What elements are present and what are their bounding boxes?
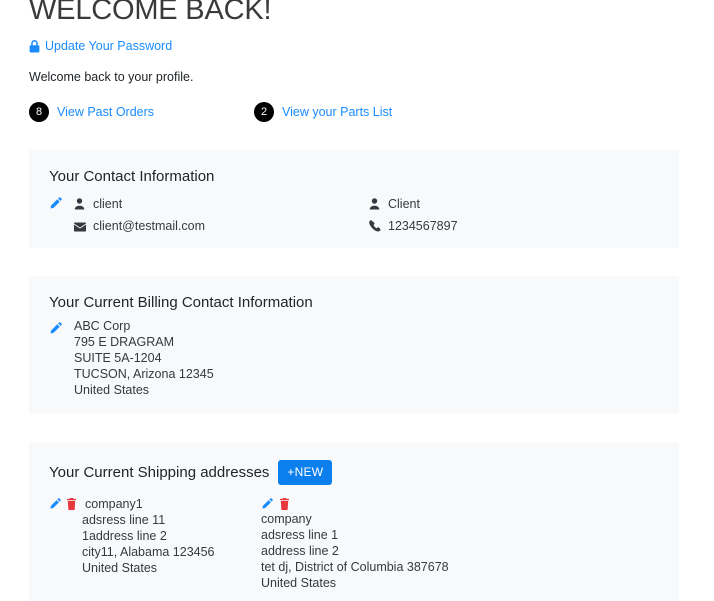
envelope-icon [74, 216, 93, 237]
contact-details-grid: client client@testmail.com Client 123456… [29, 194, 679, 238]
shipping-address-line: tet dj, District of Columbia 387678 [261, 560, 449, 574]
billing-address-line: ABC Corp [74, 319, 131, 333]
shipping-address-line: adsress line 1 [261, 528, 339, 542]
shipping-address-lines: company adsress line 1 address line 2 te… [261, 511, 581, 591]
user-icon [74, 194, 93, 215]
delete-shipping-trash-icon[interactable] [279, 497, 290, 510]
shipping-address-line: address line 2 [261, 544, 339, 558]
shipping-address-actions [49, 496, 77, 510]
add-new-address-button[interactable]: +NEW [278, 460, 333, 485]
parts-list-count-badge: 2 [254, 102, 274, 122]
billing-address-line: United States [74, 383, 150, 397]
page-title: WELCOME BACK! [29, 0, 272, 26]
contact-row-phone: 1234567897 [369, 216, 659, 238]
update-password-link[interactable]: Update Your Password [45, 39, 172, 54]
shipping-addresses-card: Your Current Shipping addresses +NEW com… [29, 442, 679, 601]
shipping-address-item: company1 adsress line 11 1address line 2… [49, 496, 261, 591]
shipping-address-line: city11, Alabama 123456 [82, 545, 215, 559]
billing-address-lines: ABC Corp 795 E DRAGRAM SUITE 5A-1204 TUC… [74, 318, 214, 398]
shipping-address-header: company1 [49, 496, 261, 512]
billing-address-block: ABC Corp 795 E DRAGRAM SUITE 5A-1204 TUC… [29, 318, 679, 398]
view-past-orders-link[interactable]: View Past Orders [57, 105, 154, 119]
contact-username-value: client [93, 197, 123, 211]
edit-shipping-pencil-icon[interactable] [49, 498, 61, 510]
phone-icon [369, 216, 388, 237]
shipping-address-line: United States [261, 576, 337, 590]
contact-card-title-text: Your Contact Information [49, 168, 215, 185]
update-password-row: Update Your Password [0, 39, 714, 54]
quick-link-parts-list[interactable]: 2 View your Parts List [254, 102, 392, 122]
shipping-card-title: Your Current Shipping addresses +NEW [49, 460, 679, 485]
billing-address-line: 795 E DRAGRAM [74, 335, 175, 349]
contact-card-title: Your Contact Information [49, 168, 679, 186]
contact-row-email: client@testmail.com [49, 216, 369, 238]
lock-icon [29, 40, 40, 53]
billing-contact-card: Your Current Billing Contact Information… [29, 276, 679, 414]
shipping-company-name: company1 [85, 497, 143, 511]
profile-page: WELCOME BACK! Update Your Password Welco… [0, 0, 714, 601]
contact-row-name: Client [369, 194, 659, 216]
shipping-address-lines: adsress line 11 1address line 2 city11, … [49, 512, 261, 576]
shipping-address-line: adsress line 11 [82, 513, 166, 527]
edit-billing-pencil-icon[interactable] [49, 318, 74, 398]
billing-address-line: SUITE 5A-1204 [74, 351, 162, 365]
billing-address-line: TUCSON, Arizona 12345 [74, 367, 214, 381]
contact-name-value: Client [388, 197, 420, 211]
shipping-address-item: company adsress line 1 address line 2 te… [261, 496, 581, 591]
shipping-company-name: company [261, 512, 312, 526]
contact-column-left: client client@testmail.com [49, 194, 369, 238]
contact-column-right: Client 1234567897 [369, 194, 659, 238]
view-parts-list-link[interactable]: View your Parts List [282, 105, 392, 119]
billing-card-title: Your Current Billing Contact Information [49, 294, 679, 312]
quick-links: 8 View Past Orders 2 View your Parts Lis… [0, 102, 714, 122]
shipping-address-line: 1address line 2 [82, 529, 167, 543]
shipping-address-actions [261, 496, 581, 511]
shipping-addresses-grid: company1 adsress line 11 1address line 2… [29, 496, 679, 591]
past-orders-count-badge: 8 [29, 102, 49, 122]
contact-information-card: Your Contact Information client client@t… [29, 150, 679, 248]
billing-card-title-text: Your Current Billing Contact Information [49, 294, 313, 311]
shipping-address-line: United States [82, 561, 158, 575]
contact-row-username: client [49, 194, 369, 216]
welcome-subtitle: Welcome back to your profile. [29, 70, 194, 84]
delete-shipping-trash-icon[interactable] [66, 498, 77, 510]
shipping-card-title-text: Your Current Shipping addresses [49, 463, 270, 481]
quick-link-past-orders[interactable]: 8 View Past Orders [29, 102, 254, 122]
contact-phone-value: 1234567897 [388, 219, 458, 233]
edit-shipping-pencil-icon[interactable] [261, 497, 273, 510]
contact-email-value: client@testmail.com [93, 219, 206, 233]
user-icon [369, 194, 388, 215]
edit-contact-pencil-icon[interactable] [49, 194, 74, 210]
